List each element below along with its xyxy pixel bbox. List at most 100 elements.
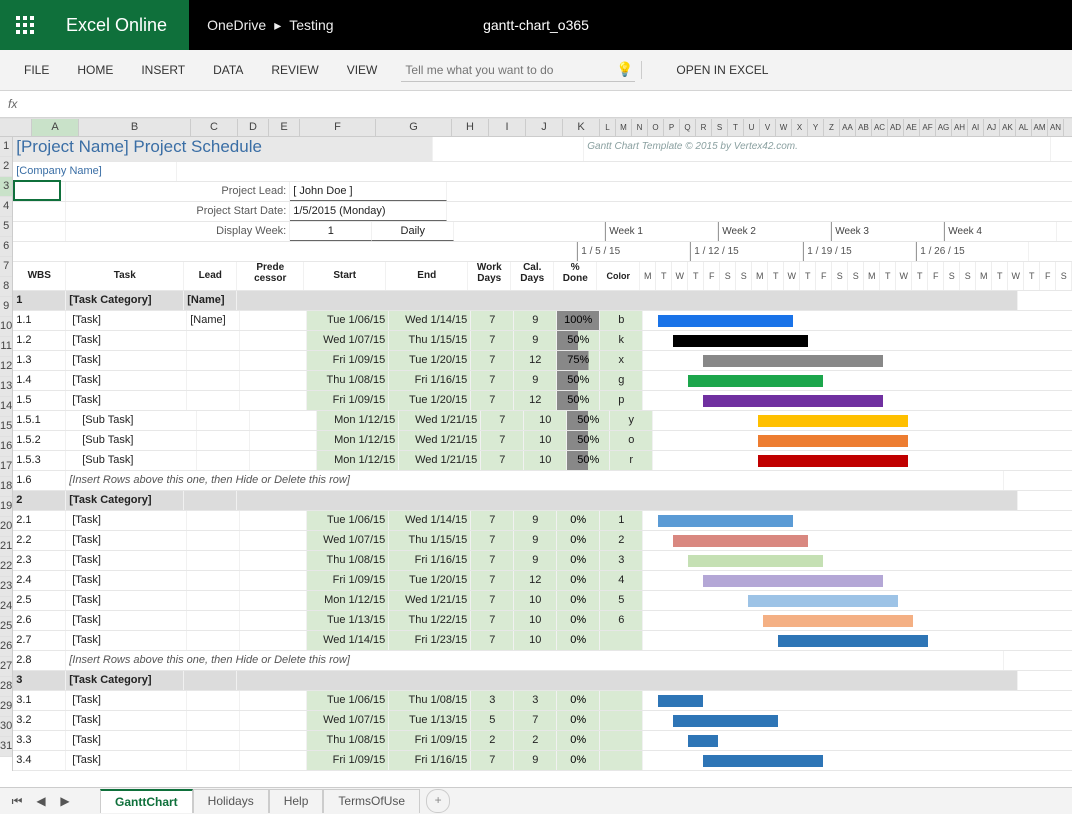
cell[interactable]: Fri 1/09/15 (307, 751, 389, 770)
ribbon-tab-file[interactable]: FILE (10, 53, 63, 87)
column-header[interactable]: L (600, 119, 616, 136)
cell[interactable]: T (656, 262, 672, 290)
sheet-tab-help[interactable]: Help (269, 789, 324, 813)
column-header[interactable]: AD (888, 119, 904, 136)
column-header[interactable]: AE (904, 119, 920, 136)
column-header[interactable]: A (32, 119, 79, 136)
column-header[interactable]: AL (1016, 119, 1032, 136)
cell[interactable]: Tue 1/13/15 (389, 711, 471, 730)
cell[interactable]: [Task] (66, 551, 187, 570)
cell[interactable] (187, 591, 240, 610)
cell[interactable]: [Insert Rows above this one, then Hide o… (66, 651, 1004, 670)
cell[interactable]: 7 (471, 591, 514, 610)
cell[interactable]: 100% (557, 311, 600, 330)
column-header[interactable]: F (300, 119, 376, 136)
column-header[interactable]: AG (936, 119, 952, 136)
sheet-tab-ganttchart[interactable]: GanttChart (100, 789, 193, 813)
cell[interactable] (187, 371, 240, 390)
cell[interactable] (240, 571, 307, 590)
cell[interactable]: Thu 1/15/15 (389, 531, 471, 550)
cell[interactable]: 7 (471, 631, 514, 650)
cell[interactable]: 2.4 (13, 571, 66, 590)
row-header[interactable]: 22 (0, 557, 12, 577)
row-header[interactable]: 31 (0, 737, 12, 757)
cell[interactable]: F (704, 262, 720, 290)
column-header[interactable]: C (191, 119, 238, 136)
cell[interactable]: Wed 1/14/15 (307, 631, 389, 650)
cell[interactable]: [Insert Rows above this one, then Hide o… (66, 471, 1004, 490)
cell[interactable] (13, 242, 577, 261)
cell[interactable]: 2 (514, 731, 557, 750)
cell[interactable]: Week 4 (944, 222, 1057, 241)
cell[interactable]: Wed 1/14/15 (389, 511, 471, 530)
row-header[interactable]: 29 (0, 697, 12, 717)
row-header[interactable]: 14 (0, 397, 12, 417)
cell[interactable]: [Task] (66, 311, 187, 330)
row-header[interactable]: 18 (0, 477, 12, 497)
row-header[interactable]: 23 (0, 577, 12, 597)
cell[interactable] (240, 691, 307, 710)
cell[interactable]: Week 1 (605, 222, 718, 241)
cell[interactable]: Lead (184, 262, 237, 290)
cell[interactable]: 7 (471, 391, 514, 410)
cell[interactable]: 2.1 (13, 511, 66, 530)
cell[interactable] (240, 711, 307, 730)
breadcrumb-root[interactable]: OneDrive (207, 17, 266, 33)
cell[interactable]: 10 (524, 431, 567, 450)
cell[interactable]: 7 (481, 451, 524, 470)
cell[interactable]: 5 (600, 591, 643, 610)
sheet-nav-first[interactable]: ⏮ (6, 794, 28, 809)
cell[interactable]: [Task] (66, 351, 187, 370)
cell[interactable] (600, 631, 643, 650)
cell[interactable]: [Sub Task] (66, 451, 197, 470)
ribbon-tab-review[interactable]: REVIEW (257, 53, 332, 87)
cell[interactable]: S (832, 262, 848, 290)
cell[interactable] (13, 182, 66, 201)
cell[interactable]: 9 (514, 371, 557, 390)
cell[interactable]: r (610, 451, 653, 470)
cell[interactable]: 4 (600, 571, 643, 590)
cell[interactable]: 0% (557, 511, 600, 530)
cell[interactable]: 50% (557, 391, 600, 410)
cell[interactable] (240, 591, 307, 610)
cell[interactable]: S (848, 262, 864, 290)
cell[interactable]: [Task] (66, 711, 187, 730)
column-header[interactable]: E (269, 119, 300, 136)
cell[interactable]: 2.3 (13, 551, 66, 570)
cell[interactable] (240, 511, 307, 530)
cell[interactable]: T (1024, 262, 1040, 290)
cell[interactable]: [Task] (66, 631, 187, 650)
tell-me-input[interactable] (403, 62, 610, 78)
cell[interactable]: 10 (514, 611, 557, 630)
cell[interactable]: [ John Doe ] (290, 182, 447, 201)
column-header[interactable]: I (489, 119, 526, 136)
cell[interactable]: [Name] (187, 311, 240, 330)
row-header[interactable]: 9 (0, 297, 12, 317)
cell[interactable]: Mon 1/12/15 (307, 591, 389, 610)
cell[interactable]: [Task Category] (66, 491, 184, 510)
column-header[interactable]: Y (808, 119, 824, 136)
row-header[interactable]: 21 (0, 537, 12, 557)
cell[interactable] (187, 631, 240, 650)
cell[interactable] (454, 222, 605, 241)
cell[interactable]: 2.5 (13, 591, 66, 610)
cell[interactable]: Wed 1/14/15 (389, 311, 471, 330)
cell[interactable]: 12 (514, 571, 557, 590)
row-header[interactable]: 5 (0, 217, 12, 237)
cell[interactable] (240, 631, 307, 650)
cell[interactable] (13, 222, 66, 241)
cell[interactable] (240, 371, 307, 390)
cell[interactable]: T (768, 262, 784, 290)
row-header[interactable]: 30 (0, 717, 12, 737)
cell[interactable]: 3.3 (13, 731, 66, 750)
cell[interactable]: 0% (557, 571, 600, 590)
ribbon-tab-home[interactable]: HOME (63, 53, 127, 87)
cell[interactable]: 10 (514, 631, 557, 650)
cell[interactable]: Mon 1/12/15 (317, 431, 399, 450)
cell[interactable]: 1 / 5 / 15 (577, 242, 690, 261)
cell[interactable]: Fri 1/23/15 (389, 631, 471, 650)
cell[interactable]: Tue 1/06/15 (307, 511, 389, 530)
row-header[interactable]: 19 (0, 497, 12, 517)
cell[interactable] (187, 531, 240, 550)
cell[interactable]: 7 (471, 611, 514, 630)
